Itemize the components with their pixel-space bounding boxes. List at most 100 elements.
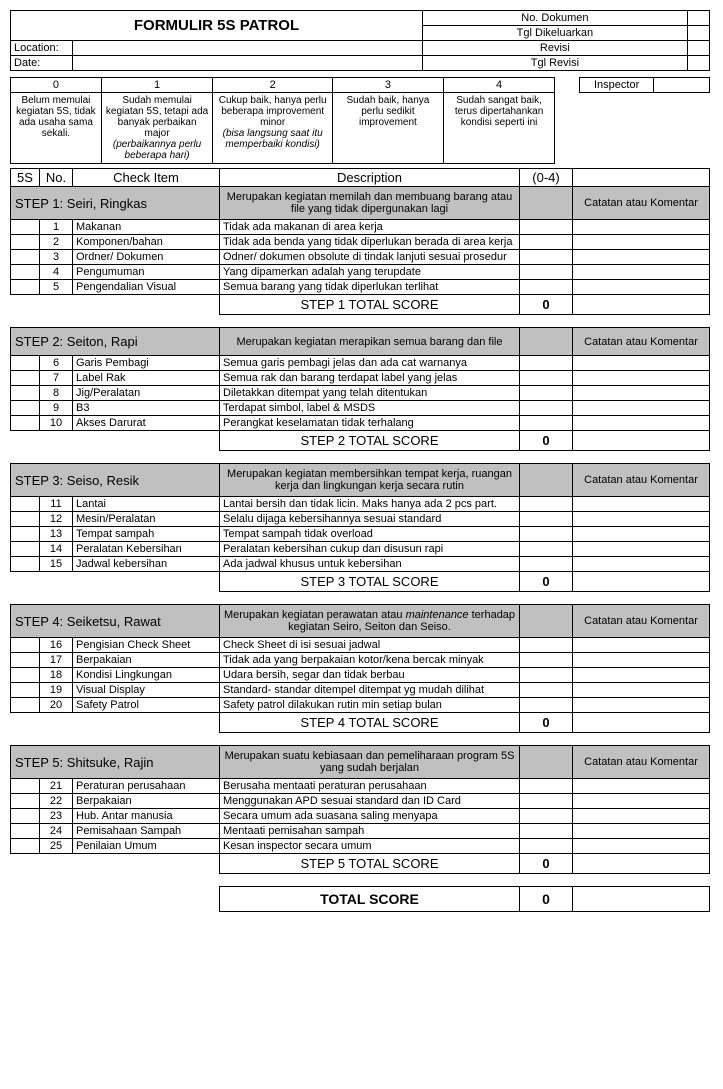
cell-score	[520, 839, 573, 854]
cell-comment	[573, 497, 710, 512]
cell-comment	[573, 824, 710, 839]
form-title: FORMULIR 5S PATROL	[11, 11, 423, 41]
cell-comment	[573, 779, 710, 794]
cell-5s	[11, 356, 40, 371]
cell-comment	[573, 557, 710, 572]
cell-no: 2	[40, 235, 73, 250]
cell-comment	[573, 386, 710, 401]
cell-no: 8	[40, 386, 73, 401]
step-total-comment	[573, 431, 710, 451]
cell-no: 18	[40, 668, 73, 683]
cell-score	[520, 698, 573, 713]
tgl-dikeluarkan-label: Tgl Dikeluarkan	[423, 26, 688, 41]
cell-desc: Yang dipamerkan adalah yang terupdate	[220, 265, 520, 280]
cell-desc: Diletakkan ditempat yang telah ditentuka…	[220, 386, 520, 401]
cell-comment	[573, 809, 710, 824]
inspector-label: Inspector	[580, 78, 654, 93]
step-title: STEP 4: Seiketsu, Rawat	[11, 605, 220, 638]
cell-item: B3	[73, 401, 220, 416]
cell-desc: Lantai bersih dan tidak licin. Maks hany…	[220, 497, 520, 512]
cell-no: 1	[40, 220, 73, 235]
checklist-table: 5S No. Check Item Description (0-4) STEP…	[10, 168, 710, 912]
cell-desc: Safety patrol dilakukan rutin min setiap…	[220, 698, 520, 713]
cell-no: 13	[40, 527, 73, 542]
cell-desc: Semua garis pembagi jelas dan ada cat wa…	[220, 356, 520, 371]
cell-comment	[573, 265, 710, 280]
scale-2-label: 2	[213, 78, 333, 93]
cell-5s	[11, 497, 40, 512]
step-total-value: 0	[520, 572, 573, 592]
tgl-revisi-value	[687, 56, 709, 71]
check-row: 8Jig/PeralatanDiletakkan ditempat yang t…	[11, 386, 710, 401]
cell-5s	[11, 839, 40, 854]
cell-item: Berpakaian	[73, 653, 220, 668]
step-comment-label: Catatan atau Komentar	[573, 464, 710, 497]
step-comment-label: Catatan atau Komentar	[573, 605, 710, 638]
check-row: 24Pemisahaan SampahMentaati pemisahan sa…	[11, 824, 710, 839]
cell-5s	[11, 668, 40, 683]
step-comment-label: Catatan atau Komentar	[573, 746, 710, 779]
check-row: 21Peraturan perusahaanBerusaha mentaati …	[11, 779, 710, 794]
cell-comment	[573, 839, 710, 854]
cell-5s	[11, 265, 40, 280]
step-score-header	[520, 187, 573, 220]
cell-item: Pengisian Check Sheet	[73, 638, 220, 653]
check-row: 22BerpakaianMenggunakan APD sesuai stand…	[11, 794, 710, 809]
cell-comment	[573, 235, 710, 250]
cell-desc: Perangkat keselamatan tidak terhalang	[220, 416, 520, 431]
scale-2-desc: Cukup baik, hanya perlu beberapa improve…	[213, 93, 333, 164]
col-comment	[573, 169, 710, 187]
check-row: 2Komponen/bahanTidak ada benda yang tida…	[11, 235, 710, 250]
scale-1-label: 1	[101, 78, 212, 93]
grand-total-value: 0	[520, 887, 573, 912]
revisi-value	[687, 41, 709, 56]
cell-item: Pemisahaan Sampah	[73, 824, 220, 839]
check-row: 19Visual DisplayStandard- standar ditemp…	[11, 683, 710, 698]
cell-no: 15	[40, 557, 73, 572]
cell-5s	[11, 638, 40, 653]
cell-score	[520, 265, 573, 280]
scale-0-desc: Belum memulai kegiatan 5S, tidak ada usa…	[11, 93, 102, 164]
scale-4-desc: Sudah sangat baik, terus dipertahankan k…	[443, 93, 554, 164]
check-row: 11LantaiLantai bersih dan tidak licin. M…	[11, 497, 710, 512]
cell-item: Makanan	[73, 220, 220, 235]
cell-item: Garis Pembagi	[73, 356, 220, 371]
cell-item: Jadwal kebersihan	[73, 557, 220, 572]
cell-desc: Peralatan kebersihan cukup dan disusun r…	[220, 542, 520, 557]
check-row: 7Label RakSemua rak dan barang terdapat …	[11, 371, 710, 386]
step-description: Merupakan kegiatan memilah dan membuang …	[220, 187, 520, 220]
check-row: 3Ordner/ DokumenOdner/ dokumen obsolute …	[11, 250, 710, 265]
cell-comment	[573, 416, 710, 431]
cell-5s	[11, 557, 40, 572]
cell-item: Kondisi Lingkungan	[73, 668, 220, 683]
step-score-header	[520, 746, 573, 779]
check-row: 15Jadwal kebersihanAda jadwal khusus unt…	[11, 557, 710, 572]
cell-desc: Selalu dijaga kebersihannya sesuai stand…	[220, 512, 520, 527]
check-row: 20Safety PatrolSafety patrol dilakukan r…	[11, 698, 710, 713]
scale-3-label: 3	[333, 78, 444, 93]
step-total-value: 0	[520, 295, 573, 315]
scale-0-label: 0	[11, 78, 102, 93]
cell-no: 17	[40, 653, 73, 668]
cell-no: 22	[40, 794, 73, 809]
cell-comment	[573, 527, 710, 542]
cell-score	[520, 824, 573, 839]
step-score-header	[520, 605, 573, 638]
step-score-header	[520, 328, 573, 356]
check-row: 4PengumumanYang dipamerkan adalah yang t…	[11, 265, 710, 280]
cell-desc: Secara umum ada suasana saling menyapa	[220, 809, 520, 824]
cell-score	[520, 794, 573, 809]
cell-desc: Tempat sampah tidak overload	[220, 527, 520, 542]
date-value	[73, 56, 423, 71]
cell-no: 23	[40, 809, 73, 824]
col-desc: Description	[220, 169, 520, 187]
step-comment-label: Catatan atau Komentar	[573, 328, 710, 356]
cell-comment	[573, 401, 710, 416]
cell-comment	[573, 542, 710, 557]
check-row: 18Kondisi LingkunganUdara bersih, segar …	[11, 668, 710, 683]
cell-no: 3	[40, 250, 73, 265]
col-score: (0-4)	[520, 169, 573, 187]
cell-comment	[573, 683, 710, 698]
cell-5s	[11, 794, 40, 809]
cell-score	[520, 497, 573, 512]
